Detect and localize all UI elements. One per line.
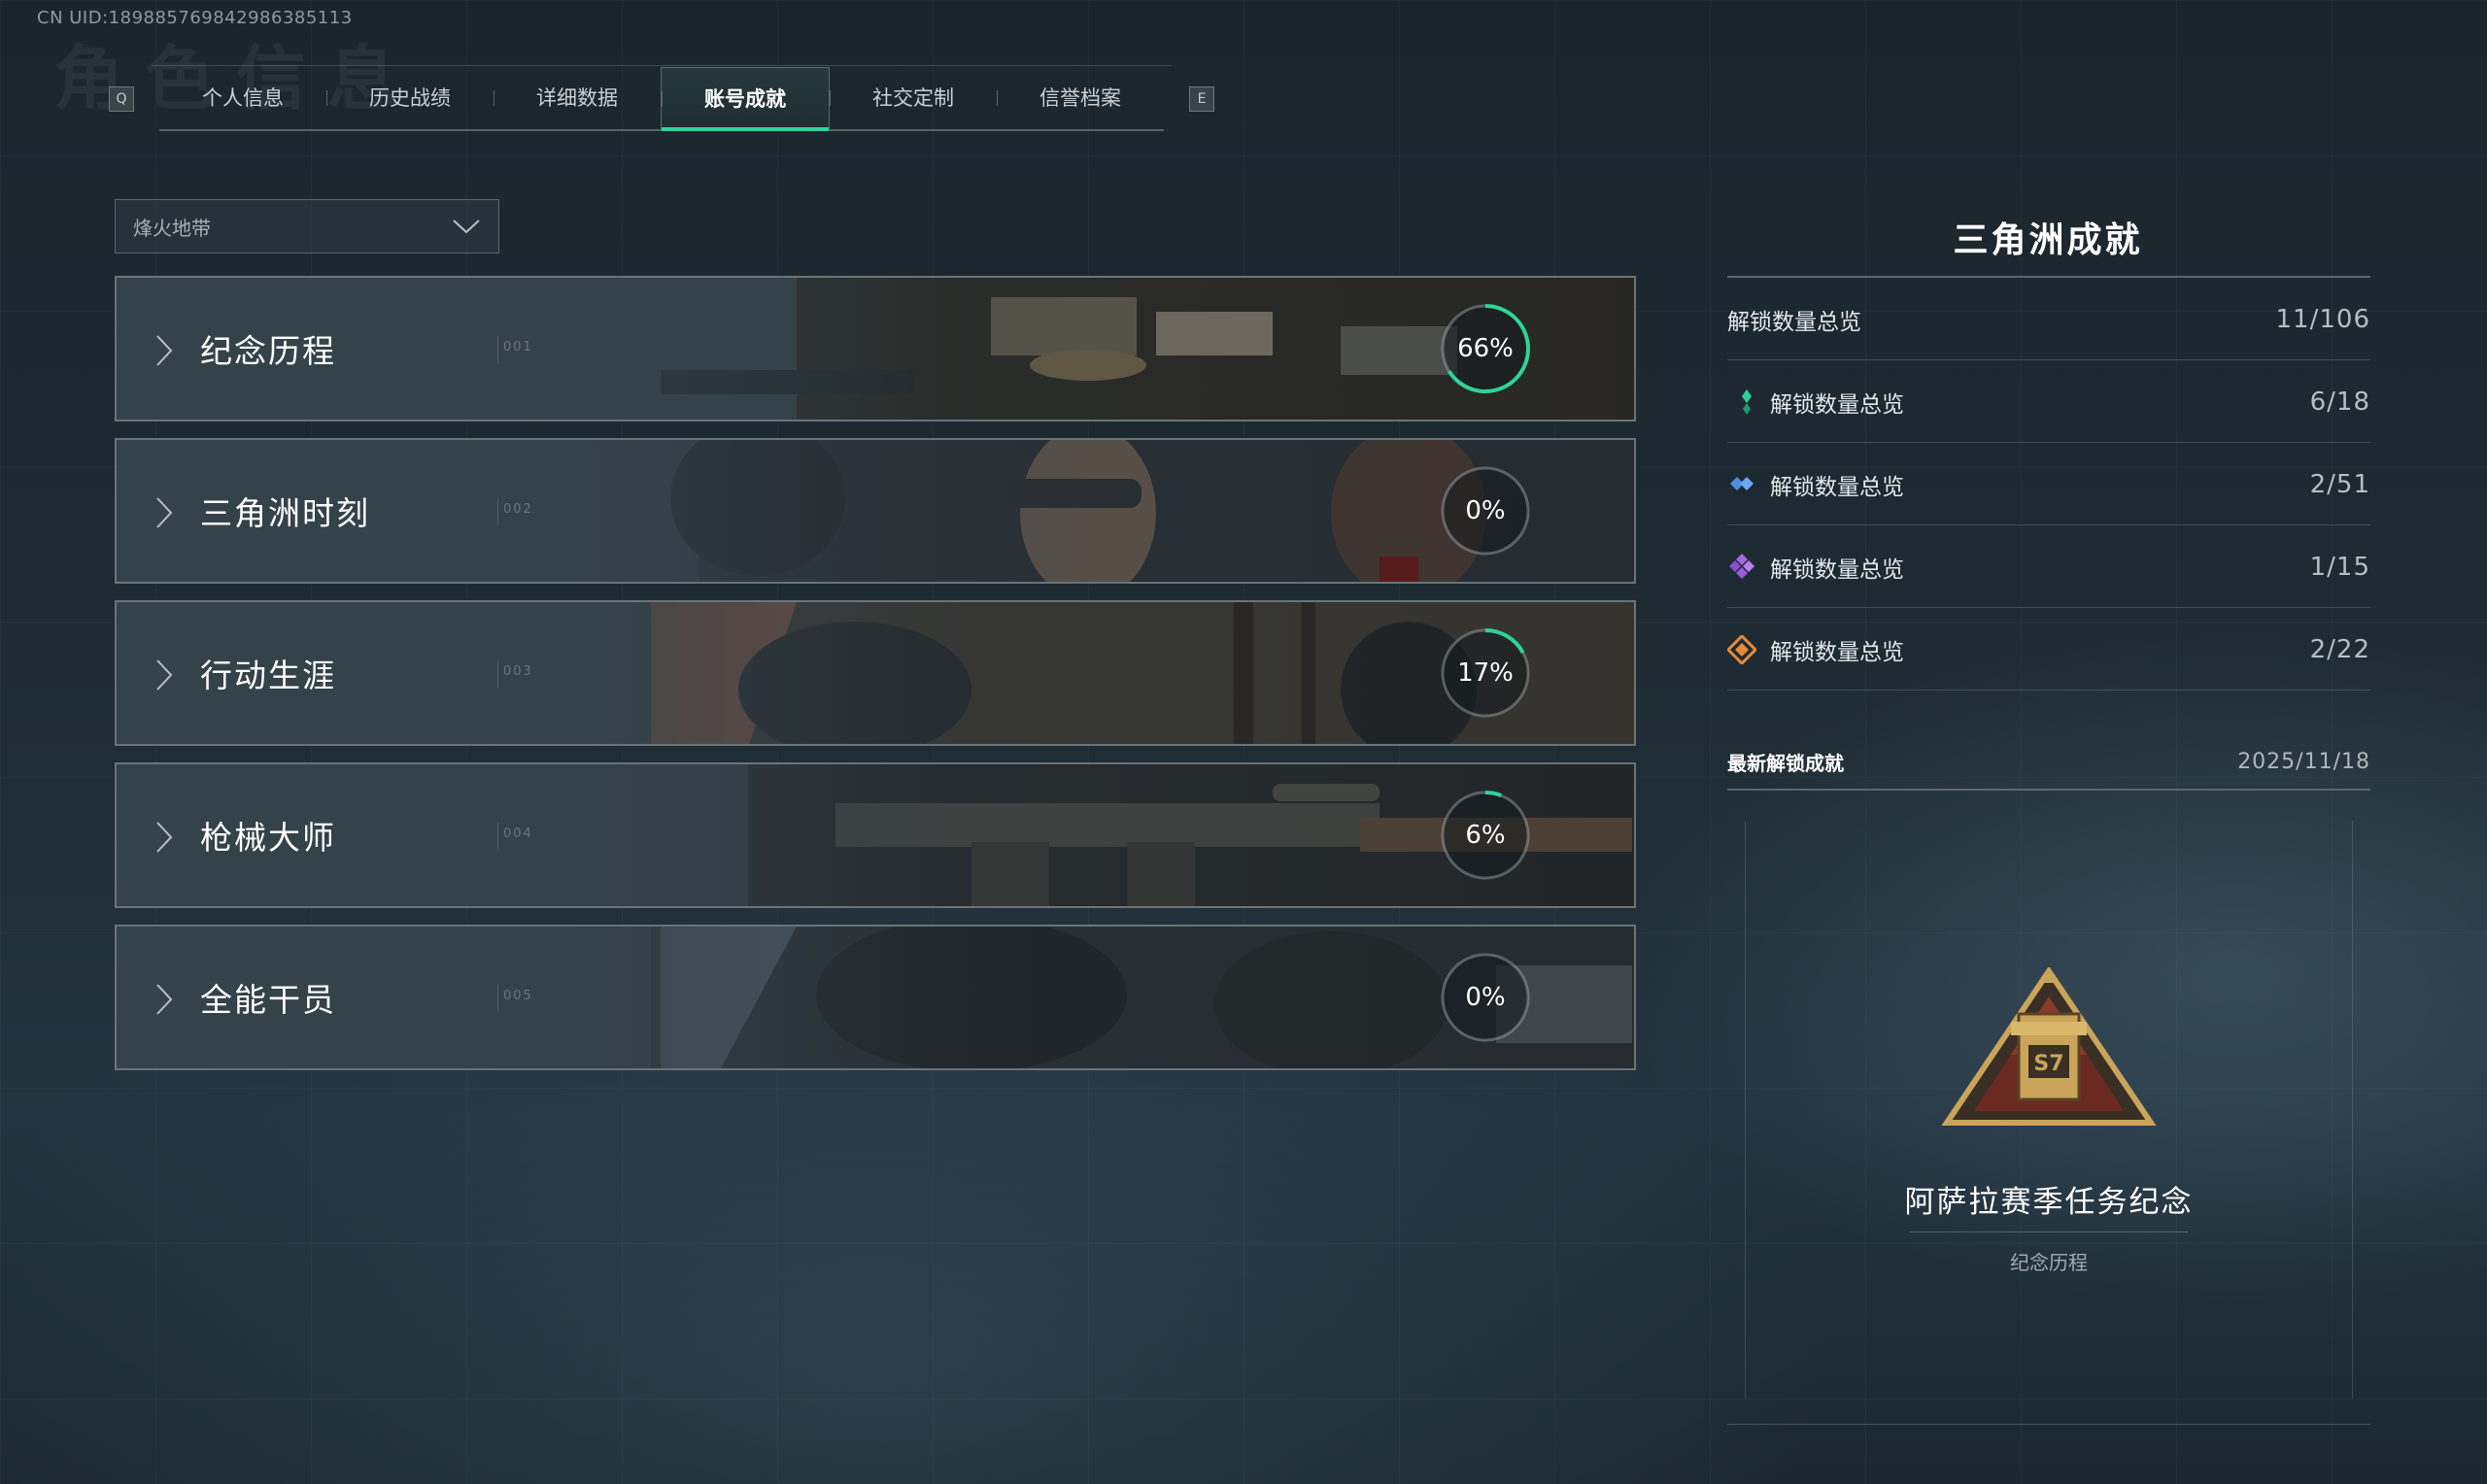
- chevron-right-icon: [156, 822, 173, 853]
- category-row-operation-career[interactable]: 行动生涯 003 17%: [115, 600, 1636, 746]
- stat-value: 2/51: [2309, 469, 2370, 499]
- category-index: 001: [503, 340, 533, 354]
- progress-percent: 17%: [1457, 658, 1514, 688]
- stat-label: 解锁数量总览: [1770, 556, 1904, 583]
- progress-percent: 0%: [1465, 496, 1506, 525]
- category-row-delta-moments[interactable]: 三角洲时刻 002 0%: [115, 438, 1636, 584]
- category-name: 行动生涯: [200, 657, 336, 694]
- achievement-name-underline: [1910, 1231, 2188, 1232]
- category-name: 枪械大师: [200, 819, 336, 857]
- tab-personal-info[interactable]: 个人信息: [159, 67, 326, 127]
- stat-value: 11/106: [2275, 304, 2370, 334]
- latest-achievement-header: 最新解锁成就 2025/11/18: [1727, 748, 2370, 776]
- progress-ring: 17%: [1438, 625, 1533, 721]
- progress-ring: 0%: [1438, 950, 1533, 1045]
- next-tab-key[interactable]: E: [1189, 86, 1214, 112]
- category-name: 全能干员: [200, 981, 336, 1019]
- tab-list: 个人信息 历史战绩 详细数据 账号成就 社交定制 信誉档案: [152, 65, 1172, 131]
- progress-ring: 0%: [1438, 463, 1533, 558]
- progress-percent: 66%: [1457, 334, 1514, 363]
- progress-percent: 0%: [1465, 983, 1506, 1012]
- stat-row-green: 解锁数量总览 6/18: [1727, 361, 2370, 443]
- badge-season-text: S7: [2033, 1052, 2063, 1076]
- achievement-name: 阿萨拉赛季任务纪念: [1904, 1185, 2194, 1220]
- stat-value: 2/22: [2309, 634, 2370, 664]
- stat-row-total: 解锁数量总览 11/106: [1727, 279, 2370, 360]
- stat-label: 解锁数量总览: [1770, 391, 1904, 418]
- mode-dropdown-value: 烽火地带: [133, 216, 211, 240]
- summary-divider: [1727, 276, 2370, 278]
- achievement-badge-icon: S7: [1941, 967, 2157, 1126]
- tab-account-achievements[interactable]: 账号成就: [661, 67, 830, 131]
- summary-title: 三角洲成就: [1953, 220, 2143, 260]
- prev-tab-key[interactable]: Q: [109, 86, 134, 112]
- orange-diamond-icon: [1727, 634, 1756, 664]
- stat-value: 6/18: [2309, 387, 2370, 417]
- category-index: 005: [503, 989, 533, 1003]
- stat-row-purple: 解锁数量总览 1/15: [1727, 526, 2370, 608]
- green-diamond-icon: [1742, 388, 1752, 415]
- category-name: 三角洲时刻: [200, 494, 370, 532]
- achievement-category: 纪念历程: [2010, 1251, 2088, 1274]
- category-name: 纪念历程: [200, 332, 336, 370]
- tab-credit-record[interactable]: 信誉档案: [997, 67, 1164, 127]
- stat-label: 解锁数量总览: [1770, 474, 1904, 500]
- chevron-right-icon: [156, 659, 173, 691]
- stat-label: 解锁数量总览: [1770, 639, 1904, 665]
- stat-row-orange: 解锁数量总览 2/22: [1727, 609, 2370, 691]
- chevron-down-icon: [453, 219, 480, 234]
- tab-detailed-stats[interactable]: 详细数据: [494, 67, 661, 127]
- stat-row-blue: 解锁数量总览 2/51: [1727, 444, 2370, 525]
- category-index: 004: [503, 826, 533, 841]
- chevron-right-icon: [156, 984, 173, 1015]
- category-index: 003: [503, 664, 533, 679]
- chevron-right-icon: [156, 497, 173, 528]
- category-row-memorial[interactable]: 纪念历程 001 66%: [115, 276, 1636, 422]
- blue-diamond-icon: [1730, 476, 1754, 490]
- stat-value: 1/15: [2309, 552, 2370, 582]
- progress-ring: 66%: [1438, 301, 1533, 396]
- latest-divider: [1727, 789, 2370, 791]
- progress-percent: 6%: [1465, 821, 1506, 850]
- category-row-all-round-operator[interactable]: 全能干员 005 0%: [115, 925, 1636, 1070]
- category-row-weapon-master[interactable]: 枪械大师 004 6%: [115, 762, 1636, 908]
- mode-dropdown[interactable]: 烽火地带: [115, 199, 499, 253]
- stat-label: 解锁数量总览: [1727, 309, 1861, 335]
- tab-match-history[interactable]: 历史战绩: [326, 67, 494, 127]
- tab-bar: Q 个人信息 历史战绩 详细数据 账号成就 社交定制 信誉档案 E: [109, 65, 1214, 131]
- progress-ring: 6%: [1438, 788, 1533, 883]
- category-index: 002: [503, 502, 533, 517]
- latest-achievement-label: 最新解锁成就: [1727, 752, 1844, 775]
- tab-social-customization[interactable]: 社交定制: [830, 67, 997, 127]
- purple-diamond-icon: [1729, 553, 1755, 579]
- card-bottom-divider: [1727, 1424, 2370, 1425]
- chevron-right-icon: [156, 335, 173, 366]
- latest-achievement-date: 2025/11/18: [2237, 750, 2370, 774]
